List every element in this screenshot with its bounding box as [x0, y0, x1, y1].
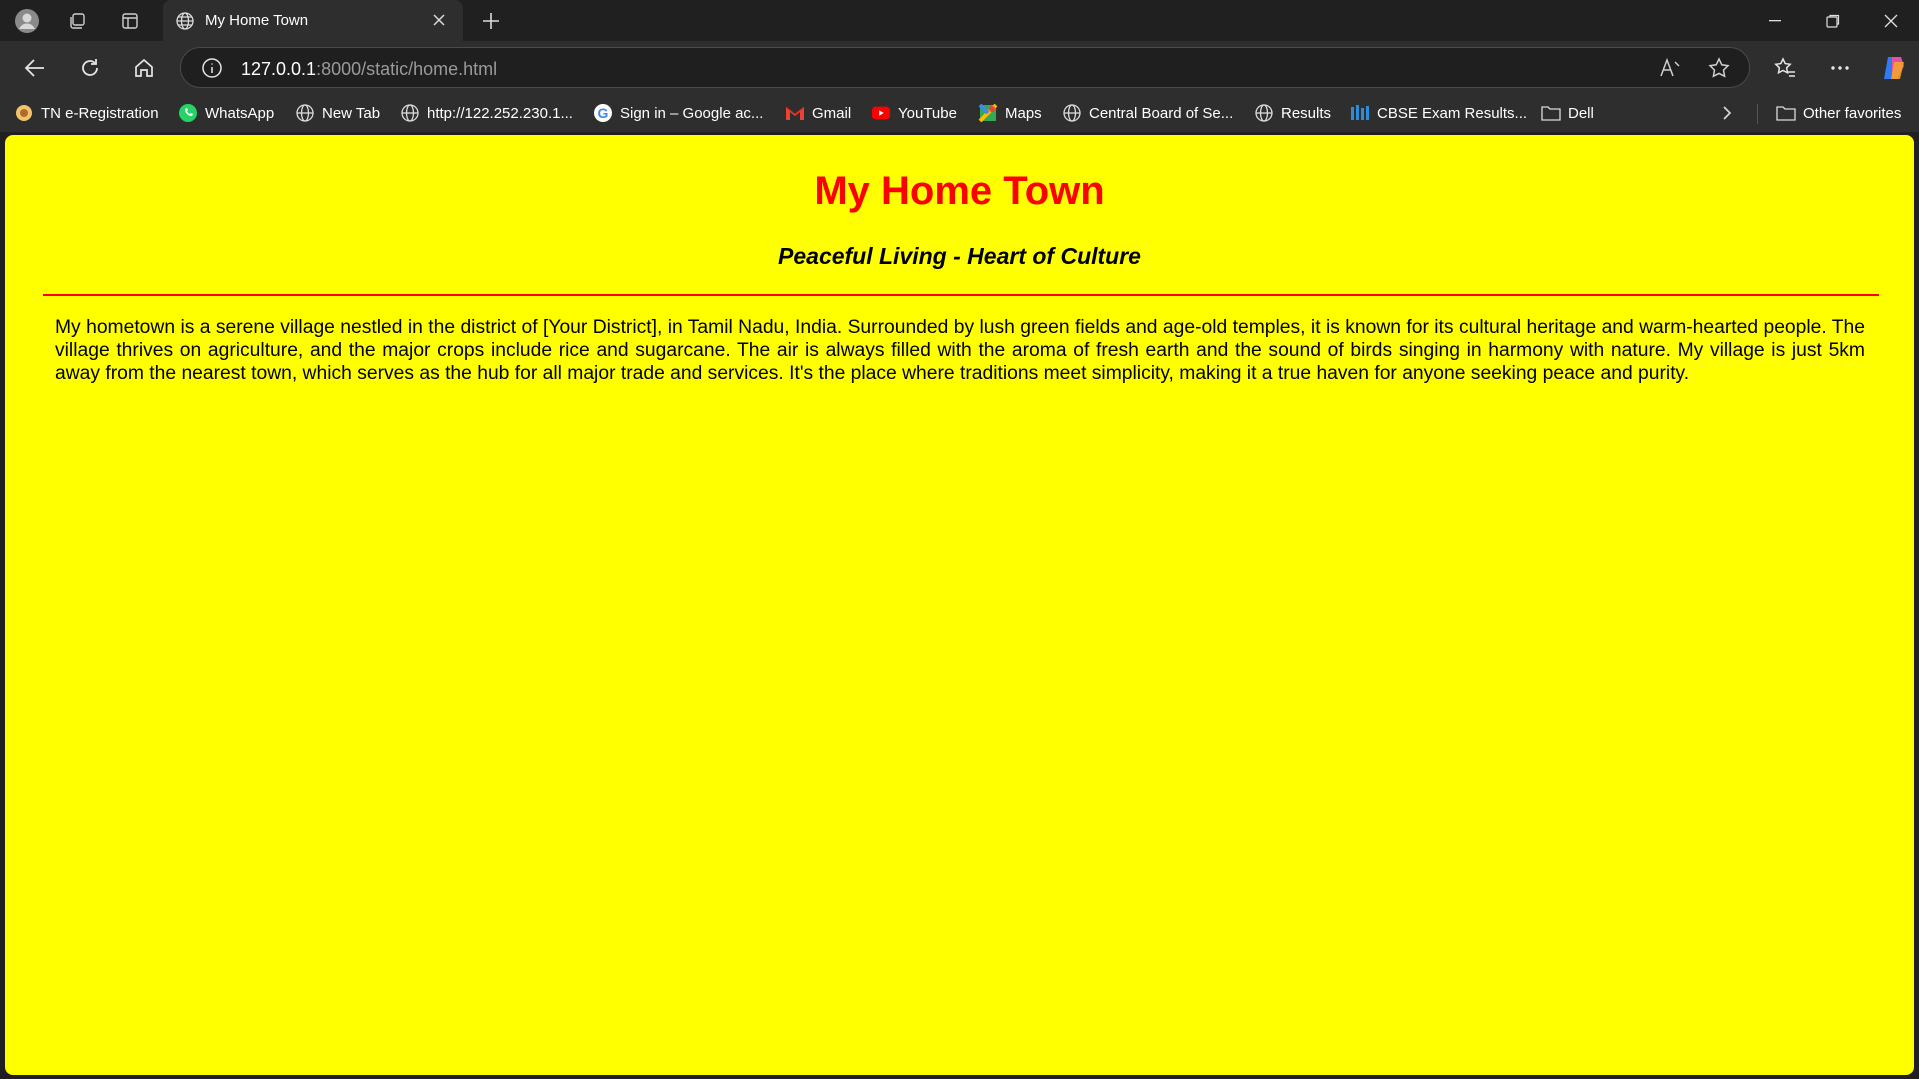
bookmark-label: New Tab: [322, 104, 381, 122]
restore-icon[interactable]: [1804, 0, 1862, 41]
gmail-icon: [785, 103, 805, 123]
refresh-icon[interactable]: [75, 53, 105, 83]
maps-icon: [978, 103, 998, 123]
site-info-icon[interactable]: [201, 57, 223, 84]
page-subtitle: Peaceful Living - Heart of Culture: [778, 243, 1141, 269]
other-favorites-folder[interactable]: Other favorites: [1776, 102, 1901, 124]
home-icon[interactable]: [129, 53, 159, 83]
youtube-icon: [871, 103, 891, 123]
tab-title: My Home Town: [205, 12, 309, 29]
bookmark-label: http://122.252.230.1...: [427, 104, 573, 122]
new-tab-icon[interactable]: [478, 8, 504, 34]
bookmark-tn-e-registration[interactable]: TN e-Registration: [14, 102, 159, 124]
globe-icon: [175, 11, 195, 36]
svg-text:G: G: [598, 105, 609, 121]
bookmark-cbse-exam-results[interactable]: CBSE Exam Results...: [1350, 102, 1527, 124]
bookmark-maps[interactable]: Maps: [978, 102, 1042, 124]
globe-icon: [1254, 103, 1274, 123]
bookmark-label: Gmail: [812, 104, 852, 122]
url-text: 127.0.0.1:8000/static/home.html: [241, 59, 497, 80]
url-path: :8000/static/home.html: [316, 59, 498, 79]
other-favorites-label: Other favorites: [1803, 104, 1902, 122]
bookmark-youtube[interactable]: YouTube: [871, 102, 957, 124]
page-viewport: My Home Town Peaceful Living - Heart of …: [5, 135, 1914, 1075]
bookmark-label: Sign in – Google ac...: [620, 104, 764, 122]
url-host: 127.0.0.1: [241, 59, 317, 79]
bookmarks-overflow-chevron-icon[interactable]: [1722, 102, 1732, 124]
globe-icon: [1062, 103, 1082, 123]
bookmark-label: CBSE Exam Results...: [1377, 104, 1528, 122]
bookmark-new-tab[interactable]: New Tab: [295, 102, 380, 124]
bookmark-label: YouTube: [898, 104, 957, 122]
workspaces-icon[interactable]: [64, 8, 90, 34]
intro-paragraph: My hometown is a serene village nestled …: [55, 317, 1865, 384]
bookmark-label: Dell: [1568, 104, 1594, 122]
navigation-bar: 127.0.0.1:8000/static/home.html: [0, 41, 1919, 94]
back-icon[interactable]: [20, 53, 50, 83]
close-window-icon[interactable]: [1862, 0, 1919, 41]
whatsapp-icon: [178, 103, 198, 123]
google-icon: G: [593, 103, 613, 123]
bookmark-whatsapp[interactable]: WhatsApp: [178, 102, 274, 124]
title-bar: My Home Town: [0, 0, 1919, 41]
bookmark-folder-dell[interactable]: Dell: [1541, 102, 1594, 124]
favorites-icon[interactable]: [1770, 53, 1800, 83]
bookmark-central-board[interactable]: Central Board of Se...: [1062, 102, 1233, 124]
bookmarks-bar: TN e-Registration WhatsApp New Tab http:…: [0, 94, 1919, 132]
horizontal-rule: [43, 294, 1879, 296]
tab-actions-icon[interactable]: [117, 8, 143, 34]
bookmarks-divider: [1757, 104, 1758, 124]
bookmark-google-sign-in[interactable]: G Sign in – Google ac...: [593, 102, 763, 124]
globe-icon: [400, 103, 420, 123]
minimize-icon[interactable]: [1746, 0, 1804, 41]
folder-icon: [1541, 103, 1561, 123]
tab-active[interactable]: My Home Town: [163, 0, 463, 41]
bookmark-label: Central Board of Se...: [1089, 104, 1234, 122]
address-bar[interactable]: 127.0.0.1:8000/static/home.html: [180, 47, 1750, 88]
bookmark-label: Maps: [1005, 104, 1042, 122]
bookmark-gmail[interactable]: Gmail: [785, 102, 851, 124]
bookmark-label: TN e-Registration: [41, 104, 159, 122]
globe-icon: [295, 103, 315, 123]
read-aloud-icon[interactable]: [1659, 57, 1681, 83]
profile-avatar-icon[interactable]: [14, 8, 40, 34]
bookmark-results[interactable]: Results: [1254, 102, 1331, 124]
bookmark-label: WhatsApp: [205, 104, 275, 122]
favorite-star-icon[interactable]: [1708, 57, 1730, 84]
copilot-icon[interactable]: [1879, 53, 1909, 83]
bookmark-ip-address[interactable]: http://122.252.230.1...: [400, 102, 573, 124]
close-tab-icon[interactable]: [429, 10, 449, 30]
bookmark-label: Results: [1281, 104, 1332, 122]
cbse-icon: [1350, 103, 1370, 123]
folder-icon: [1776, 103, 1796, 123]
more-options-icon[interactable]: [1825, 53, 1855, 83]
page-title: My Home Town: [814, 169, 1105, 213]
tn-icon: [14, 103, 34, 123]
